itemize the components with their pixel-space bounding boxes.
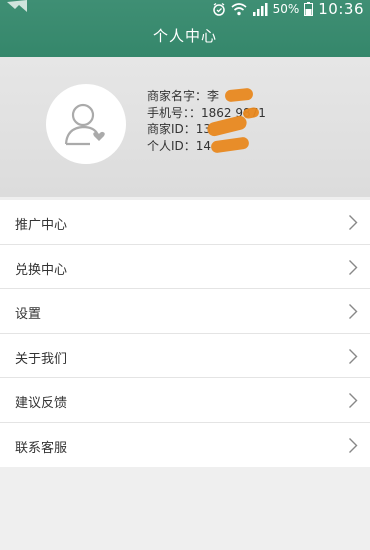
menu-item-label: 建议反馈 (15, 396, 68, 411)
merchant-name-value: 李 (207, 89, 220, 103)
status-bar: 50% 10:36 (0, 0, 370, 18)
personal-id-value: 14 (195, 138, 212, 153)
menu-item-about-us[interactable]: 关于我们 (0, 334, 370, 378)
profile-card: 商家名字：李 手机号：：1862 9871 商家ID：13 个人ID：14 (0, 57, 370, 197)
redaction-mark (224, 87, 254, 103)
avatar[interactable] (46, 84, 126, 164)
profile-info: 商家名字：李 手机号：：1862 9871 商家ID：13 个人ID：14 (147, 87, 266, 155)
phone-row: 手机号：：1862 9871 (147, 105, 266, 122)
menu-item-customer-service[interactable]: 联系客服 (0, 423, 370, 468)
page-title: 个人中心 (152, 27, 217, 45)
battery-percent: 50% (272, 2, 300, 16)
app-header: 50% 10:36 个人中心 (0, 0, 370, 57)
menu-item-label: 联系客服 (15, 440, 68, 456)
phone-label: 手机号：： (147, 105, 202, 120)
merchant-name-row: 商家名字：李 (147, 87, 266, 105)
menu-item-label: 关于我们 (15, 351, 68, 367)
merchant-name-label: 商家名字： (147, 89, 208, 103)
menu-list: 推广中心 兑换中心 设置 关于我们 建议反馈 联系客服 (0, 200, 370, 467)
signal-icon (252, 3, 268, 16)
wifi-icon (231, 3, 247, 16)
personal-id-label: 个人ID： (147, 138, 196, 153)
menu-item-label: 设置 (15, 307, 42, 322)
redaction-mark (210, 135, 250, 154)
menu-item-settings[interactable]: 设置 (0, 289, 370, 334)
chevron-right-icon (349, 215, 358, 230)
chevron-right-icon (349, 348, 358, 364)
menu-item-label: 兑换中心 (15, 262, 68, 278)
merchant-id-row: 商家ID：13 (147, 114, 266, 138)
menu-item-exchange-center[interactable]: 兑换中心 (0, 245, 370, 289)
merchant-id-label: 商家ID： (147, 122, 196, 136)
alarm-icon (212, 2, 225, 16)
notification-app-icon (7, 0, 27, 12)
default-user-icon (64, 103, 105, 146)
chevron-right-icon (349, 393, 358, 408)
menu-item-feedback[interactable]: 建议反馈 (0, 378, 370, 423)
chevron-right-icon (349, 437, 358, 453)
chevron-right-icon (349, 304, 358, 319)
menu-item-promotion-center[interactable]: 推广中心 (0, 200, 370, 245)
menu-item-label: 推广中心 (15, 218, 68, 233)
chevron-right-icon (349, 259, 358, 275)
personal-id-row: 个人ID：14 (147, 135, 266, 155)
battery-icon (304, 2, 314, 16)
clock: 10:36 (318, 0, 364, 18)
